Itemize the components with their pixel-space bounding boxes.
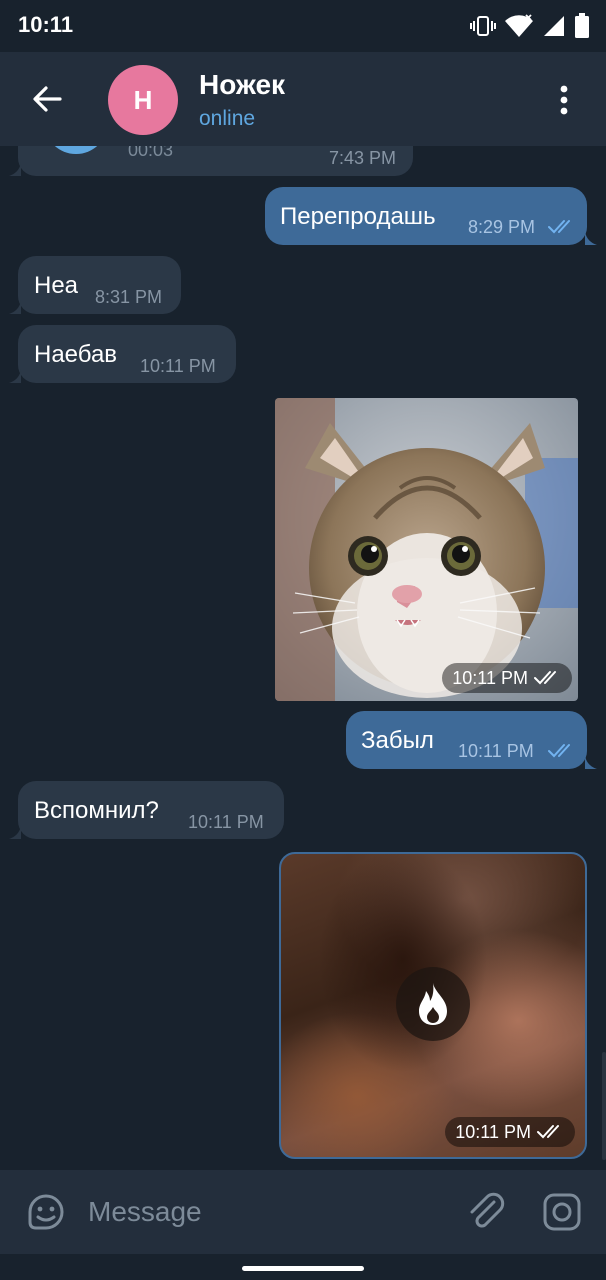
message-bubble-incoming[interactable]: Неа 8:31 PM <box>18 256 181 314</box>
camera-icon <box>543 1193 581 1231</box>
arrow-left-icon <box>33 86 62 112</box>
message-time: 10:11 PM <box>188 812 264 832</box>
attach-button[interactable] <box>464 1190 508 1234</box>
bubble-tail <box>585 755 597 769</box>
message-time: 7:43 PM <box>329 148 397 168</box>
message-time: 10:11 PM <box>140 356 216 376</box>
message-text: Перепродашь <box>280 203 436 230</box>
message-text: Забыл <box>361 727 434 754</box>
message-time: 8:31 PM <box>95 287 163 307</box>
emoji-button[interactable] <box>24 1190 68 1234</box>
voice-duration: 00:03 <box>128 146 174 160</box>
fire-button[interactable] <box>396 967 470 1041</box>
photo-message[interactable]: 10:11 PM <box>275 398 578 701</box>
message-time: 10:11 PM <box>458 741 534 761</box>
message-bubble-incoming[interactable]: Вспомнил? 10:11 PM <box>18 781 284 839</box>
more-menu-button[interactable] <box>546 82 582 118</box>
status-bar: 10:11 <box>0 0 606 52</box>
avatar[interactable]: Н <box>108 65 178 135</box>
message-list[interactable]: 00:03 7:43 PM Перепродашь 8:29 PM Неа 8:… <box>0 146 606 1170</box>
self-destruct-media-message[interactable]: 10:11 PM <box>279 852 587 1159</box>
message-bubble-voice[interactable]: 00:03 7:43 PM <box>18 146 413 176</box>
chat-title[interactable]: Ножек <box>199 69 285 101</box>
bubble-tail <box>9 825 21 839</box>
bubble-tail <box>9 300 21 314</box>
vibrate-icon <box>470 16 496 36</box>
back-button[interactable] <box>28 80 66 118</box>
home-indicator[interactable] <box>242 1266 364 1271</box>
double-check-icon <box>534 671 556 685</box>
chat-status: online <box>199 107 256 130</box>
message-text: Вспомнил? <box>34 797 159 824</box>
status-icons <box>470 12 590 40</box>
double-check-icon <box>548 744 570 758</box>
fire-icon <box>419 983 447 1025</box>
cat-photo <box>275 398 578 701</box>
more-vertical-icon <box>560 85 568 115</box>
chat-header: Н Ножек online <box>0 52 606 146</box>
message-input-bar <box>0 1170 606 1254</box>
message-bubble-outgoing[interactable]: Перепродашь 8:29 PM <box>265 187 587 245</box>
message-time: 10:11 PM <box>455 1121 531 1142</box>
bubble-tail <box>9 162 21 176</box>
double-check-icon <box>548 220 570 234</box>
signal-icon <box>544 16 564 36</box>
photo-time-badge: 10:11 PM <box>445 1117 575 1147</box>
message-time: 10:11 PM <box>452 667 528 688</box>
message-time: 8:29 PM <box>468 217 536 237</box>
sticker-icon <box>28 1194 64 1230</box>
paperclip-icon <box>470 1192 505 1228</box>
camera-button[interactable] <box>540 1190 584 1234</box>
double-check-icon <box>537 1125 559 1139</box>
message-bubble-incoming[interactable]: Наебав 10:11 PM <box>18 325 236 383</box>
avatar-letter: Н <box>133 84 153 115</box>
voice-play-icon[interactable] <box>44 146 108 154</box>
bubble-tail <box>9 369 21 383</box>
bubble-tail <box>585 231 597 245</box>
navigation-bar <box>0 1254 606 1280</box>
status-time: 10:11 <box>18 12 74 37</box>
message-bubble-outgoing[interactable]: Забыл 10:11 PM <box>346 711 587 769</box>
photo-time-badge: 10:11 PM <box>442 663 572 693</box>
message-text: Неа <box>34 272 79 299</box>
message-text: Наебав <box>34 341 118 368</box>
battery-icon <box>575 13 589 38</box>
scrollbar[interactable] <box>602 1052 606 1160</box>
message-input[interactable] <box>88 1190 428 1234</box>
wifi-icon <box>505 14 533 37</box>
